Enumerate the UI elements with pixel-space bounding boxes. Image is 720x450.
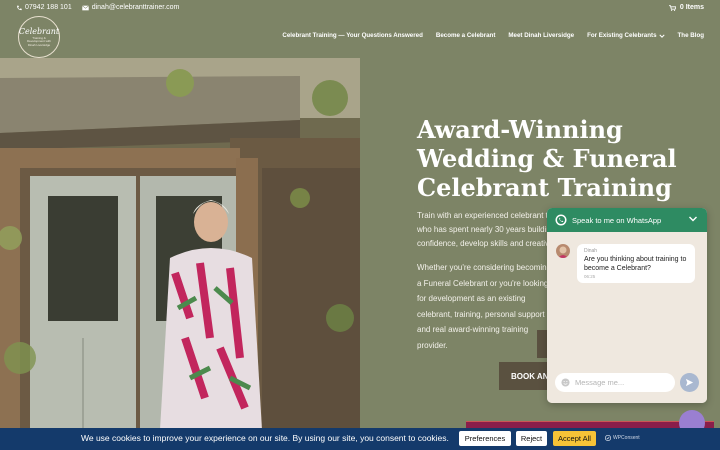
preferences-button[interactable]: Preferences	[459, 431, 511, 446]
hero-title: Award-Winning Wedding & Funeral Celebran…	[417, 115, 677, 202]
site-header: Celebrant Training & Development with Di…	[0, 16, 720, 58]
chat-message: Dinah Are you thinking about training to…	[577, 244, 695, 283]
chevron-down-icon[interactable]	[688, 214, 698, 224]
chevron-down-icon	[658, 34, 665, 38]
wpconsent-icon	[605, 435, 611, 441]
avatar	[556, 244, 570, 258]
message-input[interactable]: Message me...	[555, 373, 675, 392]
nav-item-existing[interactable]: For Existing Celebrants	[587, 32, 665, 39]
top-bar: 07942 188 101 dinah@celebranttrainer.com…	[0, 0, 720, 16]
hero-body-text: Whether you're considering becoming a Fu…	[417, 263, 552, 350]
envelope-icon	[81, 4, 89, 10]
phone-link[interactable]: 07942 188 101	[16, 4, 72, 11]
whatsapp-widget: Speak to me on WhatsApp Dinah Are you th…	[547, 208, 707, 403]
email-link[interactable]: dinah@celebranttrainer.com	[81, 4, 179, 11]
hero-photo-graphic	[0, 58, 360, 430]
contact-info: 07942 188 101 dinah@celebranttrainer.com	[16, 4, 179, 11]
nav-item-blog[interactable]: The Blog	[678, 32, 704, 39]
wpconsent-badge[interactable]: WPConsent	[605, 435, 640, 441]
cookie-banner: We use cookies to improve your experienc…	[0, 428, 720, 450]
whatsapp-icon	[555, 214, 567, 226]
send-icon	[685, 378, 694, 387]
whatsapp-header[interactable]: Speak to me on WhatsApp	[547, 208, 707, 232]
nav-item-become[interactable]: Become a Celebrant	[436, 32, 496, 39]
reject-button[interactable]: Reject	[516, 431, 547, 446]
nav-item-questions[interactable]: Celebrant Training — Your Questions Answ…	[282, 32, 423, 39]
main-nav: Celebrant Training — Your Questions Answ…	[282, 32, 704, 39]
site-logo[interactable]: Celebrant Training & Development with Di…	[18, 16, 60, 58]
nav-item-meet[interactable]: Meet Dinah Liversidge	[508, 32, 574, 39]
cart-icon	[668, 4, 676, 11]
hero-photo	[0, 58, 360, 430]
emoji-icon[interactable]	[561, 378, 570, 387]
phone-icon	[17, 5, 22, 10]
whatsapp-chat: Dinah Are you thinking about training to…	[547, 232, 707, 403]
cookie-text: We use cookies to improve your experienc…	[81, 433, 449, 443]
send-button[interactable]	[680, 373, 699, 392]
cart-link[interactable]: 0 Items	[668, 4, 704, 11]
accept-all-button[interactable]: Accept All	[553, 431, 596, 446]
